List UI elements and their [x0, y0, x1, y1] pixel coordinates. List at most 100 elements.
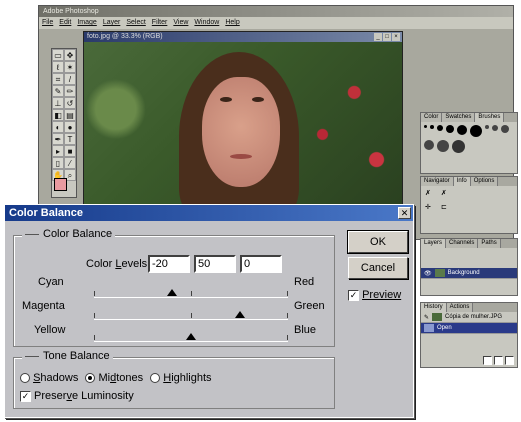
maximize-icon[interactable]: □ — [383, 33, 391, 41]
blur-tool-icon[interactable]: ◐ — [52, 121, 64, 133]
cancel-button[interactable]: Cancel — [348, 257, 408, 279]
yellow-blue-slider[interactable] — [94, 333, 288, 342]
dialog-close-button[interactable]: ✕ — [398, 207, 411, 219]
new-snapshot-icon[interactable] — [483, 356, 492, 365]
stamp-tool-icon[interactable]: ⊥ — [52, 97, 64, 109]
app-title: Adobe Photoshop — [43, 8, 99, 15]
minimize-icon[interactable]: _ — [374, 33, 382, 41]
menu-file[interactable]: File — [42, 17, 53, 29]
ok-button[interactable]: OK — [347, 230, 409, 254]
trash-icon[interactable] — [505, 356, 514, 365]
yellow-label: Yellow — [34, 324, 66, 336]
menu-filter[interactable]: Filter — [152, 17, 168, 29]
tab-swatches[interactable]: Swatches — [442, 113, 476, 122]
move-tool-icon[interactable]: ✥ — [64, 49, 76, 61]
highlights-radio[interactable] — [150, 373, 161, 384]
navigator-palette: Navigator Info Options ✗ ✗ ✛ ⊏ — [420, 176, 518, 234]
brush-preset[interactable] — [446, 125, 454, 133]
menu-edit[interactable]: Edit — [59, 17, 71, 29]
dodge-tool-icon[interactable]: ● — [64, 121, 76, 133]
dialog-title: Color Balance — [9, 207, 83, 219]
history-brush-tool-icon[interactable]: ↺ — [64, 97, 76, 109]
pencil-tool-icon[interactable]: ✏ — [64, 85, 76, 97]
brush-preset[interactable] — [501, 125, 509, 133]
brush-preset[interactable] — [424, 125, 427, 128]
tab-navigator[interactable]: Navigator — [421, 177, 454, 186]
brush-preset[interactable] — [457, 125, 467, 135]
preserve-luminosity-checkbox[interactable]: ✓ — [20, 390, 31, 402]
notes-tool-icon[interactable]: ▯ — [52, 157, 64, 169]
shadows-option[interactable]: Shadows — [20, 372, 78, 384]
midtones-radio[interactable] — [85, 373, 96, 384]
photo-face — [202, 77, 280, 187]
menu-help[interactable]: Help — [225, 17, 239, 29]
brush-grid — [421, 122, 517, 156]
new-document-icon[interactable] — [494, 356, 503, 365]
tab-brushes[interactable]: Brushes — [475, 113, 505, 122]
history-palette: History Actions ✎ Cópia de mulher.JPG Op… — [420, 302, 518, 368]
brush-preset[interactable] — [430, 125, 434, 129]
tab-channels[interactable]: Channels — [446, 239, 479, 248]
eyedropper-icon: ✗ — [440, 190, 447, 197]
eraser-tool-icon[interactable]: ◧ — [52, 109, 64, 121]
crop-tool-icon[interactable]: ⌗ — [52, 73, 64, 85]
magic-wand-tool-icon[interactable]: ✶ — [64, 61, 76, 73]
brush-preset[interactable] — [492, 125, 498, 131]
foreground-color-swatch[interactable] — [54, 178, 67, 191]
shadows-radio[interactable] — [20, 373, 30, 384]
photo-canvas[interactable] — [84, 42, 402, 210]
brush-preset[interactable] — [424, 140, 434, 150]
history-snapshot[interactable]: ✎ Cópia de mulher.JPG — [421, 312, 517, 323]
history-state[interactable]: Open — [421, 323, 517, 334]
snapshot-thumbnail — [432, 313, 443, 321]
tab-info[interactable]: Info — [453, 177, 471, 186]
brush-preset[interactable] — [470, 125, 482, 137]
eye-icon[interactable]: 👁 — [424, 270, 432, 277]
yellow-blue-level-input[interactable] — [240, 255, 282, 273]
slice-tool-icon[interactable]: / — [64, 73, 76, 85]
shape-tool-icon[interactable]: ■ — [64, 145, 76, 157]
brush-tool-icon[interactable]: ✎ — [52, 85, 64, 97]
type-tool-icon[interactable]: T — [64, 133, 76, 145]
menu-image[interactable]: Image — [77, 17, 96, 29]
menu-window[interactable]: Window — [194, 17, 219, 29]
layer-row[interactable]: 👁 Background — [421, 268, 517, 279]
slider-thumb[interactable] — [186, 333, 196, 340]
document-title: foto.jpg @ 33.3% (RGB) — [87, 33, 163, 40]
menu-layer[interactable]: Layer — [103, 17, 121, 29]
toolbox: ▭ ✥ ℓ ✶ ⌗ / ✎ ✏ ⊥ ↺ ◧ ▤ ◐ ● ✒ T ▸ ■ ▯ ⁄ … — [51, 48, 77, 198]
tab-history[interactable]: History — [421, 303, 447, 312]
tab-actions[interactable]: Actions — [446, 303, 474, 312]
cyan-red-slider[interactable] — [94, 289, 288, 298]
preserve-luminosity-option[interactable]: ✓ Preserve Luminosity — [20, 390, 134, 402]
preview-option[interactable]: ✓ Preview — [348, 289, 401, 301]
slider-thumb[interactable] — [166, 289, 177, 296]
tab-layers[interactable]: Layers — [421, 239, 447, 248]
cyan-red-level-input[interactable] — [148, 255, 190, 273]
magenta-green-slider[interactable] — [94, 311, 288, 320]
slider-thumb[interactable] — [234, 311, 245, 318]
path-select-tool-icon[interactable]: ▸ — [52, 145, 64, 157]
close-icon[interactable]: × — [392, 33, 400, 41]
menu-select[interactable]: Select — [126, 17, 145, 29]
tab-options[interactable]: Options — [470, 177, 499, 186]
marquee-tool-icon[interactable]: ▭ — [52, 49, 64, 61]
tone-balance-group-title: Tone Balance — [22, 350, 113, 362]
color-balance-group: Color Balance Color Levels: Cyan Red Mag… — [13, 228, 335, 347]
brush-preset[interactable] — [485, 125, 489, 129]
magenta-green-level-input[interactable] — [194, 255, 236, 273]
midtones-option[interactable]: Midtones — [85, 372, 143, 384]
menu-view[interactable]: View — [173, 17, 188, 29]
lasso-tool-icon[interactable]: ℓ — [52, 61, 64, 73]
highlights-option[interactable]: Highlights — [150, 372, 212, 384]
brush-preset[interactable] — [437, 125, 443, 131]
pen-tool-icon[interactable]: ✒ — [52, 133, 64, 145]
preview-checkbox[interactable]: ✓ — [348, 289, 359, 301]
gradient-tool-icon[interactable]: ▤ — [64, 109, 76, 121]
eyedropper-tool-icon[interactable]: ⁄ — [64, 157, 76, 169]
tab-color[interactable]: Color — [421, 113, 443, 122]
photo-mouth — [230, 154, 252, 159]
tab-paths[interactable]: Paths — [478, 239, 501, 248]
brush-preset[interactable] — [437, 140, 449, 152]
brush-preset[interactable] — [452, 140, 465, 153]
